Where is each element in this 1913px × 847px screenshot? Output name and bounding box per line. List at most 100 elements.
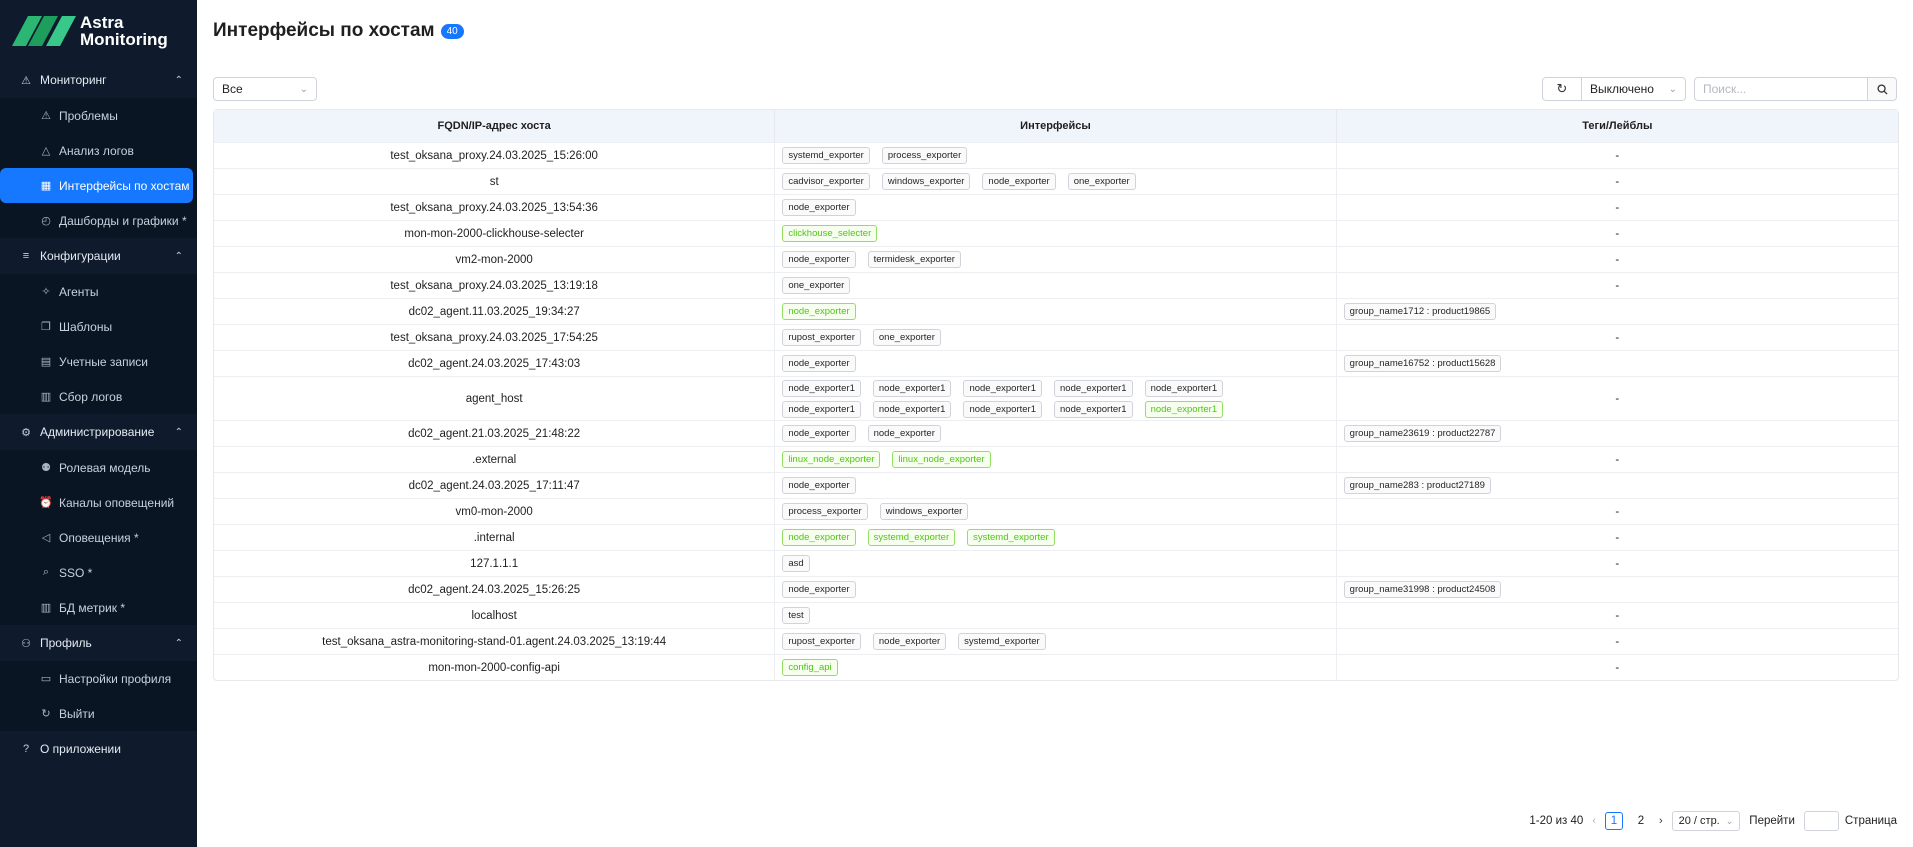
table-row[interactable]: dc02_agent.11.03.2025_19:34:27 node_expo…: [214, 298, 1898, 324]
tags-empty: -: [1615, 392, 1620, 405]
sidebar-item-2-0[interactable]: ⚉ Ролевая модель: [0, 450, 197, 485]
table-row[interactable]: mon-mon-2000-clickhouse-selecter clickho…: [214, 220, 1898, 246]
sidebar-item-3-0[interactable]: ▭ Настройки профиля: [0, 661, 197, 696]
sidebar-item-1-1[interactable]: ❐ Шаблоны: [0, 309, 197, 344]
table-row[interactable]: mon-mon-2000-config-api config_api -: [214, 654, 1898, 680]
interface-tag: node_exporter1: [782, 379, 861, 397]
host-name: vm2-mon-2000: [455, 253, 533, 266]
count-badge: 40: [440, 23, 464, 39]
interface-tag: node_exporter: [782, 477, 856, 494]
goto-page-input[interactable]: [1803, 811, 1839, 831]
tags-empty: -: [1615, 635, 1620, 648]
host-cell: dc02_agent.21.03.2025_21:48:22: [214, 421, 776, 446]
table-row[interactable]: localhost test -: [214, 602, 1898, 628]
interface-tag: termidesk_exporter: [867, 251, 961, 268]
sidebar-item-label: Учетные записи: [59, 354, 148, 369]
table-row[interactable]: test_oksana_proxy.24.03.2025_13:19:18 on…: [214, 272, 1898, 298]
sidebar-item-label: Оповещения *: [59, 530, 139, 545]
sidebar-item-1-0[interactable]: ✧ Агенты: [0, 274, 197, 309]
search-button[interactable]: [1867, 77, 1897, 101]
table-row[interactable]: dc02_agent.24.03.2025_17:43:03 node_expo…: [214, 350, 1898, 376]
page-1[interactable]: 1: [1604, 812, 1623, 830]
sidebar-item-2-3[interactable]: ⌕ SSO *: [0, 555, 197, 590]
host-cell: agent_host: [214, 377, 776, 420]
column-interfaces[interactable]: Интерфейсы: [775, 110, 1337, 142]
interface-tag: node_exporter: [982, 173, 1056, 190]
host-cell: vm0-mon-2000: [214, 499, 776, 524]
column-tags[interactable]: Теги/Лейблы: [1337, 110, 1898, 142]
sidebar-item-2-2[interactable]: ◁ Оповещения *: [0, 520, 197, 555]
table-row[interactable]: .internal node_exporter systemd_exporter s…: [214, 524, 1898, 550]
label-tag: group_name16752 : product15628: [1343, 355, 1502, 372]
sidebar-item-1-2[interactable]: ▤ Учетные записи: [0, 344, 197, 379]
table-row[interactable]: test_oksana_proxy.24.03.2025_13:54:36 no…: [214, 194, 1898, 220]
table-row[interactable]: test_oksana_proxy.24.03.2025_15:26:00 sy…: [214, 142, 1898, 168]
table-row[interactable]: test_oksana_proxy.24.03.2025_17:54:25 ru…: [214, 324, 1898, 350]
prev-page-icon[interactable]: ‹: [1592, 815, 1596, 827]
sidebar-item-0-0[interactable]: ⚠ Проблемы: [0, 98, 197, 133]
table-row[interactable]: dc02_agent.24.03.2025_15:26:25 node_expo…: [214, 576, 1898, 602]
host-name: dc02_agent.21.03.2025_21:48:22: [408, 427, 581, 440]
interface-tag: node_exporter: [872, 633, 947, 650]
tags-cell: group_name23619 : product22787: [1337, 421, 1898, 446]
brand-line1: Astra: [80, 13, 124, 32]
sidebar-item-2-4[interactable]: ▥ БД метрик *: [0, 590, 197, 625]
page-size-select[interactable]: 20 / стр. ⌄: [1671, 811, 1741, 831]
tags-cell: -: [1337, 221, 1898, 246]
nav-section-1[interactable]: ≡ Конфигурации ⌃: [0, 238, 197, 274]
interface-tag: test: [782, 607, 810, 624]
host-name: mon-mon-2000-config-api: [428, 661, 560, 674]
refresh-button[interactable]: ↻: [1542, 77, 1582, 101]
nav-section-label: Мониторинг: [40, 73, 107, 87]
refresh-icon: ↻: [1556, 81, 1568, 96]
table-row[interactable]: st cadvisor_exporter windows_exporter node…: [214, 168, 1898, 194]
nav-section-2[interactable]: ⚙ Администрирование ⌃: [0, 414, 197, 450]
sidebar-item-3-1[interactable]: ↻ Выйти: [0, 696, 197, 731]
interface-tag: node_exporter1: [963, 400, 1043, 418]
nav-section-label: Профиль: [40, 636, 92, 650]
auto-refresh-select[interactable]: Выключено ⌄: [1582, 77, 1686, 101]
table-row[interactable]: .external linux_node_exporter linux_node_…: [214, 446, 1898, 472]
interface-tag: node_exporter1: [1144, 379, 1224, 397]
host-cell: dc02_agent.24.03.2025_15:26:25: [214, 577, 776, 602]
label-tag: group_name23619 : product22787: [1343, 425, 1502, 442]
sidebar-item-2-1[interactable]: ⏰ Каналы оповещений: [0, 485, 197, 520]
interfaces-cell: systemd_exporter process_exporter: [775, 143, 1337, 168]
host-cell: st: [214, 169, 776, 194]
host-cell: test_oksana_proxy.24.03.2025_13:54:36: [214, 195, 776, 220]
table-row[interactable]: agent_host node_exporter1 node_exporter1 n…: [214, 376, 1898, 420]
host-name: agent_host: [465, 392, 523, 405]
nav-section-label: Конфигурации: [40, 249, 121, 263]
nav-section-3[interactable]: ⚇ Профиль ⌃: [0, 625, 197, 661]
sidebar-item-0-2[interactable]: ▦ Интерфейсы по хостам: [0, 168, 193, 203]
hosts-table: FQDN/IP-адрес хоста Интерфейсы Теги/Лейб…: [213, 109, 1899, 681]
tags-cell: group_name16752 : product15628: [1337, 351, 1898, 376]
next-page-icon[interactable]: ›: [1659, 815, 1663, 827]
table-row[interactable]: dc02_agent.24.03.2025_17:11:47 node_expo…: [214, 472, 1898, 498]
interface-tag: node_exporter1: [1054, 400, 1133, 418]
table-row[interactable]: dc02_agent.21.03.2025_21:48:22 node_expo…: [214, 420, 1898, 446]
search-input[interactable]: [1694, 77, 1867, 101]
page-2[interactable]: 2: [1632, 812, 1650, 830]
nav-section-0[interactable]: ⚠ Мониторинг ⌃: [0, 62, 197, 98]
sidebar-item-0-3[interactable]: ◴ Дашборды и графики *: [0, 203, 197, 238]
chevron-up-icon: ⌃: [174, 637, 183, 649]
logo[interactable]: Astra Monitoring: [0, 0, 197, 62]
table-row[interactable]: vm0-mon-2000 process_exporter windows_exp…: [214, 498, 1898, 524]
sidebar-item-0-1[interactable]: △ Анализ логов: [0, 133, 197, 168]
table-row[interactable]: test_oksana_astra-monitoring-stand-01.ag…: [214, 628, 1898, 654]
host-name: dc02_agent.24.03.2025_17:43:03: [408, 357, 581, 370]
interfaces-cell: config_api: [775, 655, 1337, 680]
about-app[interactable]: ? О приложении: [0, 731, 197, 767]
sidebar-item-label: Каналы оповещений: [59, 495, 175, 510]
interfaces-cell: node_exporter node_exporter: [775, 421, 1337, 446]
column-host[interactable]: FQDN/IP-адрес хоста: [214, 110, 776, 142]
table-row[interactable]: vm2-mon-2000 node_exporter termidesk_expo…: [214, 246, 1898, 272]
tags-cell: -: [1337, 525, 1898, 550]
table-row[interactable]: 127.1.1.1 asd -: [214, 550, 1898, 576]
tags-empty: -: [1615, 227, 1620, 240]
filter-select[interactable]: Все ⌄: [213, 77, 317, 101]
interface-tag: systemd_exporter: [967, 529, 1055, 546]
interfaces-cell: node_exporter: [775, 195, 1337, 220]
sidebar-item-1-3[interactable]: ▥ Сбор логов: [0, 379, 197, 414]
